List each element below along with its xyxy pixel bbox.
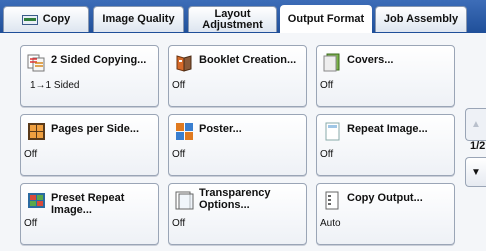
booklet-creation-button[interactable]: Booklet Creation... Off bbox=[168, 45, 307, 107]
booklet-creation-value: Off bbox=[172, 80, 186, 91]
scroll-up-icon: ▲ bbox=[471, 119, 481, 130]
repeat-image-value: Off bbox=[320, 149, 334, 160]
tab-layout-adjustment-label: Layout Adjustment bbox=[202, 7, 263, 31]
pages-per-side-icon bbox=[27, 122, 46, 141]
covers-title: Covers... bbox=[347, 54, 394, 66]
copy-output-icon bbox=[323, 191, 342, 210]
transparency-options-value: Off bbox=[172, 218, 186, 229]
tab-layout-adjustment[interactable]: Layout Adjustment bbox=[188, 6, 277, 32]
poster-title: Poster... bbox=[199, 123, 242, 135]
tab-image-quality[interactable]: Image Quality bbox=[93, 6, 184, 32]
preset-repeat-image-value: Off bbox=[24, 218, 38, 229]
page-indicator: 1/2 bbox=[470, 140, 486, 152]
poster-value: Off bbox=[172, 149, 186, 160]
two-sided-copying-value: 1→1 Sided bbox=[30, 80, 80, 91]
poster-button[interactable]: Poster... Off bbox=[168, 114, 307, 176]
tab-image-quality-label: Image Quality bbox=[102, 13, 175, 25]
repeat-image-icon bbox=[323, 122, 342, 141]
covers-button[interactable]: Covers... Off bbox=[316, 45, 455, 107]
two-sided-copying-icon bbox=[27, 53, 46, 72]
preset-repeat-image-title: Preset Repeat Image... bbox=[51, 192, 125, 216]
tab-output-format[interactable]: Output Format bbox=[280, 5, 372, 33]
booklet-creation-title: Booklet Creation... bbox=[199, 54, 297, 66]
poster-icon bbox=[175, 122, 194, 141]
tab-copy-label: Copy bbox=[42, 13, 71, 25]
pages-per-side-value: Off bbox=[24, 149, 38, 160]
booklet-icon bbox=[175, 53, 194, 72]
repeat-image-title: Repeat Image... bbox=[347, 123, 428, 135]
tab-bar: Copy Image Quality Layout Adjustment Out… bbox=[0, 0, 486, 33]
covers-icon bbox=[323, 53, 342, 72]
tab-copy[interactable]: Copy bbox=[3, 6, 89, 32]
pages-per-side-title: Pages per Side... bbox=[51, 123, 140, 135]
scroll-up-button[interactable]: ▲ bbox=[465, 108, 486, 141]
tab-output-format-label: Output Format bbox=[287, 13, 365, 25]
copy-output-button[interactable]: Copy Output... Auto bbox=[316, 183, 455, 245]
scroll-down-button[interactable]: ▼ bbox=[465, 157, 486, 187]
copy-output-value: Auto bbox=[320, 218, 341, 229]
scroll-down-icon: ▼ bbox=[471, 166, 481, 178]
pages-per-side-button[interactable]: Pages per Side... Off bbox=[20, 114, 159, 176]
transparency-options-title: Transparency Options... bbox=[199, 187, 271, 211]
transparency-options-button[interactable]: Transparency Options... Off bbox=[168, 183, 307, 245]
output-format-panel: 2 Sided Copying... 1→1 Sided Booklet Cre… bbox=[0, 33, 486, 251]
two-sided-copying-button[interactable]: 2 Sided Copying... 1→1 Sided bbox=[20, 45, 159, 107]
preset-repeat-image-button[interactable]: Preset Repeat Image... Off bbox=[20, 183, 159, 245]
transparency-icon bbox=[175, 191, 194, 210]
preset-repeat-image-icon bbox=[27, 191, 46, 210]
tab-job-assembly[interactable]: Job Assembly bbox=[375, 6, 467, 32]
copy-icon bbox=[21, 14, 38, 26]
two-sided-copying-title: 2 Sided Copying... bbox=[51, 54, 147, 66]
repeat-image-button[interactable]: Repeat Image... Off bbox=[316, 114, 455, 176]
copy-output-title: Copy Output... bbox=[347, 192, 423, 204]
covers-value: Off bbox=[320, 80, 334, 91]
tab-job-assembly-label: Job Assembly bbox=[383, 13, 459, 25]
